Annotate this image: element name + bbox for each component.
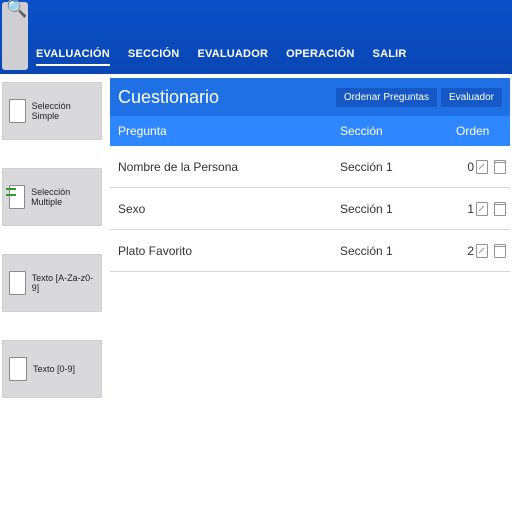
- cell-pregunta: Plato Favorito: [110, 244, 340, 258]
- menu-salir[interactable]: SALIR: [373, 48, 407, 66]
- sidebar-item-seleccion-multiple[interactable]: Selección Multiple: [2, 168, 102, 226]
- edit-icon[interactable]: [476, 202, 488, 216]
- col-seccion: Sección: [340, 124, 450, 138]
- menu-operacion[interactable]: OPERACIÓN: [286, 48, 354, 66]
- search-icon[interactable]: 🔍: [6, 0, 24, 18]
- sidebar-item-seleccion-simple[interactable]: Selección Simple: [2, 82, 102, 140]
- main-panel: Cuestionario Ordenar Preguntas Evaluador…: [104, 74, 512, 512]
- doc-icon: [9, 271, 26, 295]
- checklist-icon: [9, 185, 25, 209]
- cell-seccion: Sección 1: [340, 244, 450, 258]
- col-pregunta: Pregunta: [110, 124, 340, 138]
- table-header: Pregunta Sección Orden: [110, 116, 510, 146]
- delete-icon[interactable]: [494, 202, 506, 216]
- table-body: Nombre de la Persona Sección 1 0 Sexo Se…: [110, 146, 510, 272]
- col-orden: Orden: [450, 124, 510, 138]
- cell-pregunta: Nombre de la Persona: [110, 160, 340, 174]
- sidebar-item-label: Texto [A-Za-z0-9]: [32, 273, 95, 293]
- sidebar-item-label: Selección Multiple: [31, 187, 95, 207]
- panel-title: Cuestionario: [118, 87, 219, 108]
- menu-seccion[interactable]: SECCIÓN: [128, 48, 180, 66]
- table-row: Plato Favorito Sección 1 2: [110, 230, 510, 272]
- question-type-sidebar: Selección Simple Selección Multiple Text…: [0, 74, 104, 512]
- doc-icon: [9, 99, 26, 123]
- doc-icon: [9, 357, 27, 381]
- edit-icon[interactable]: [476, 160, 488, 174]
- edit-icon[interactable]: [476, 244, 488, 258]
- panel-title-row: Cuestionario Ordenar Preguntas Evaluador: [110, 78, 510, 116]
- cell-orden: 0: [450, 160, 476, 174]
- top-menu-bar: 🔍 EVALUACIÓN SECCIÓN EVALUADOR OPERACIÓN…: [0, 0, 512, 74]
- sidebar-item-texto-alfa[interactable]: Texto [A-Za-z0-9]: [2, 254, 102, 312]
- delete-icon[interactable]: [494, 160, 506, 174]
- main-menu: EVALUACIÓN SECCIÓN EVALUADOR OPERACIÓN S…: [36, 48, 407, 66]
- sidebar-item-label: Selección Simple: [32, 101, 95, 121]
- table-row: Nombre de la Persona Sección 1 0: [110, 146, 510, 188]
- sidebar-item-label: Texto [0-9]: [33, 364, 75, 374]
- menu-evaluador[interactable]: EVALUADOR: [197, 48, 268, 66]
- sidebar-item-texto-num[interactable]: Texto [0-9]: [2, 340, 102, 398]
- menu-evaluacion[interactable]: EVALUACIÓN: [36, 48, 110, 66]
- cell-seccion: Sección 1: [340, 202, 450, 216]
- table-row: Sexo Sección 1 1: [110, 188, 510, 230]
- evaluador-button[interactable]: Evaluador: [441, 88, 502, 107]
- cell-orden: 1: [450, 202, 476, 216]
- ordenar-preguntas-button[interactable]: Ordenar Preguntas: [336, 88, 437, 107]
- cell-seccion: Sección 1: [340, 160, 450, 174]
- cell-orden: 2: [450, 244, 476, 258]
- cell-pregunta: Sexo: [110, 202, 340, 216]
- delete-icon[interactable]: [494, 244, 506, 258]
